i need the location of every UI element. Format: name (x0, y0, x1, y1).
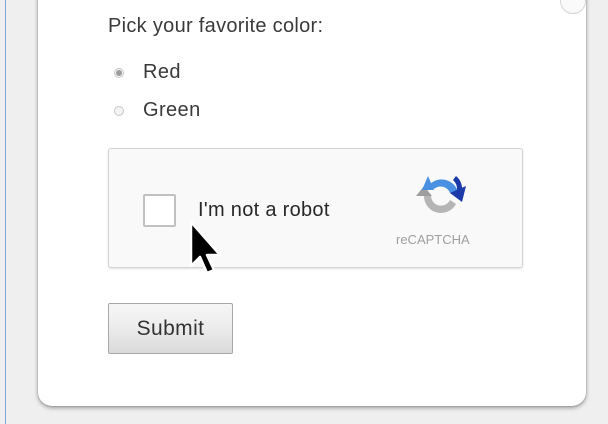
mouse-pointer-icon (189, 220, 222, 275)
color-question: Pick your favorite color: (108, 15, 324, 37)
radio-button-red[interactable] (114, 67, 124, 78)
radio-option-red[interactable]: Red (114, 61, 181, 84)
radio-label-red: Red (143, 61, 181, 83)
radio-label-green: Green (143, 99, 201, 121)
recaptcha-logo-icon (416, 176, 466, 213)
radio-button-green[interactable] (114, 105, 124, 116)
recaptcha-brand-text: reCAPTCHA (396, 232, 470, 247)
captcha-checkbox[interactable] (143, 194, 176, 227)
recaptcha-widget: I'm not a robot reCAPTCHA (108, 148, 523, 268)
window-edge (5, 0, 6, 424)
radio-option-green[interactable]: Green (114, 99, 201, 122)
submit-button[interactable]: Submit (108, 303, 233, 354)
